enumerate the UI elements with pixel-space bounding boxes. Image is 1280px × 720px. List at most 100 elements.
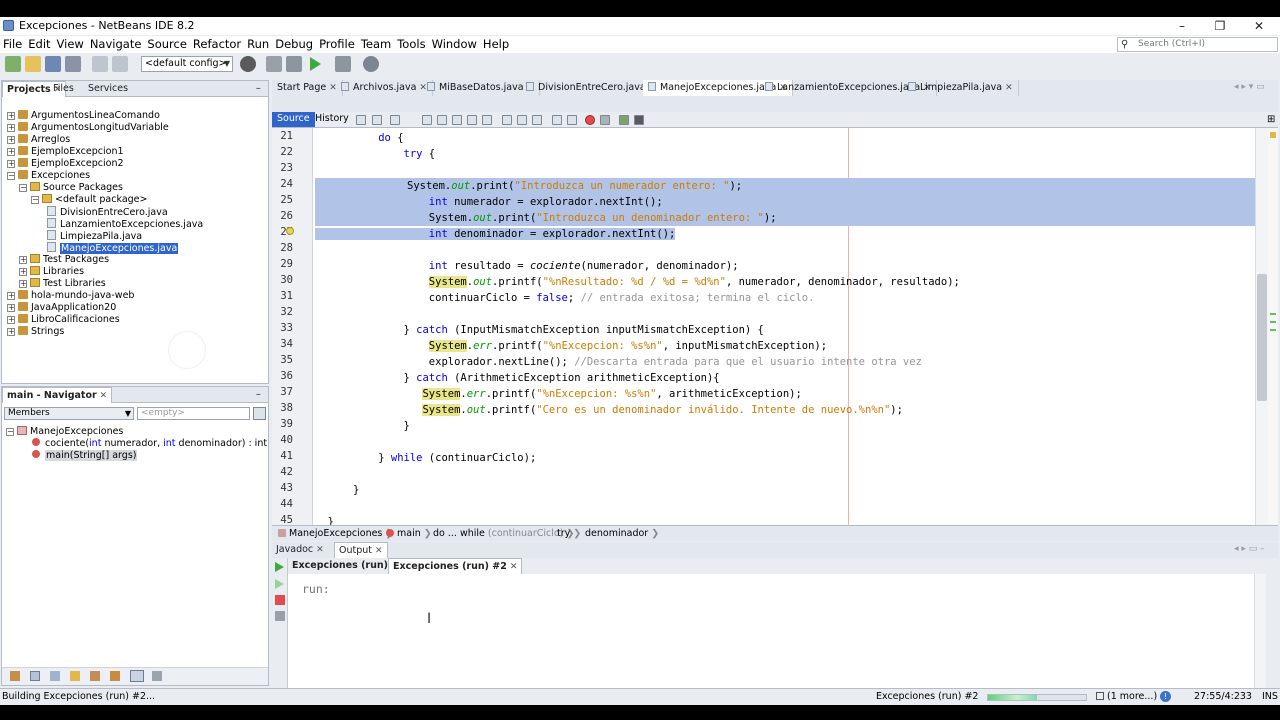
shift-left-icon[interactable] <box>552 115 562 125</box>
breadcrumb-item[interactable]: main ❯ <box>386 526 432 541</box>
more-tasks[interactable]: (1 more...) <box>1096 689 1157 705</box>
expand-icon[interactable]: + <box>7 328 15 336</box>
collapse-icon[interactable]: − <box>6 428 14 436</box>
expand-icon[interactable]: + <box>7 124 15 132</box>
expand-icon[interactable]: + <box>7 160 15 168</box>
back-icon[interactable] <box>372 115 382 125</box>
menu-debug[interactable]: Debug <box>272 36 316 52</box>
tree-item[interactable]: + Test Packages <box>19 254 109 266</box>
save-all-icon[interactable] <box>65 56 81 72</box>
sort-source-icon[interactable] <box>152 671 162 681</box>
tree-item[interactable]: + LibroCalificaciones <box>7 314 120 326</box>
breadcrumb-item[interactable]: do ... while (continuarCiclo) ❯ <box>433 526 574 541</box>
build-target-icon[interactable] <box>240 56 256 72</box>
breadcrumb-item[interactable]: try ❯ <box>557 526 581 541</box>
minimize-panel-icon[interactable]: – <box>252 387 265 403</box>
find-prev-icon[interactable] <box>437 115 447 125</box>
panel-controls-icon[interactable]: ◂ ▸ ▭ – <box>1234 544 1265 554</box>
close-icon[interactable]: ✕ <box>510 562 518 572</box>
editor-tab[interactable]: DivisionEntreCero.java✕ <box>521 80 663 96</box>
editor-scrollbar[interactable] <box>1255 128 1268 525</box>
menu-help[interactable]: Help <box>480 36 512 52</box>
show-static-icon[interactable] <box>50 671 60 681</box>
output-settings-icon[interactable] <box>275 611 285 621</box>
expand-icon[interactable]: + <box>7 304 15 312</box>
config-select[interactable]: <default config> ▼ <box>141 56 233 72</box>
menu-source[interactable]: Source <box>144 36 190 52</box>
collapse-icon[interactable]: − <box>19 184 27 192</box>
tree-item[interactable]: − Source Packages <box>19 182 123 194</box>
close-icon[interactable]: ✕ <box>100 391 108 401</box>
editor-tab[interactable]: LimpiezaPila.java ✕ <box>903 80 1019 96</box>
prev-bookmark-icon[interactable] <box>502 115 512 125</box>
next-bookmark-icon[interactable] <box>517 115 527 125</box>
toggle-bookmark-icon[interactable] <box>532 115 542 125</box>
find-next-icon[interactable] <box>452 115 462 125</box>
history-button[interactable]: History <box>310 112 354 127</box>
navigator-empty-select[interactable]: <empty> <box>137 407 250 420</box>
tree-item[interactable]: + EjemploExcepcion1 <box>7 146 124 158</box>
show-fields-icon[interactable] <box>30 671 40 681</box>
code-editor[interactable]: 2122232425262728293031323334353637383940… <box>272 128 1268 525</box>
tree-item[interactable]: − <default package> <box>31 194 147 206</box>
menu-navigate[interactable]: Navigate <box>87 36 145 52</box>
breadcrumb-item[interactable]: denominador ❯ <box>585 526 659 541</box>
show-inner-icon[interactable] <box>90 671 100 681</box>
build-icon[interactable] <box>266 56 282 72</box>
toggle-highlight-icon[interactable] <box>467 115 477 125</box>
close-icon[interactable]: ✕ <box>375 546 383 556</box>
toggle-selection-icon[interactable] <box>482 115 492 125</box>
run-icon[interactable] <box>310 57 321 71</box>
show-inherited-icon[interactable] <box>10 671 20 681</box>
expand-icon[interactable]: + <box>7 136 15 144</box>
members-filter-select[interactable]: Members ▼ <box>4 407 134 420</box>
close-icon[interactable]: ✕ <box>316 545 324 555</box>
forward-icon[interactable] <box>390 115 400 125</box>
stop-macro-icon[interactable] <box>600 115 610 125</box>
expand-icon[interactable]: + <box>7 316 15 324</box>
tree-item[interactable]: − Excepciones <box>7 170 90 182</box>
split-icon[interactable]: ⊞ <box>1267 114 1275 125</box>
minimize-panel-icon[interactable]: – <box>252 81 265 97</box>
menu-refactor[interactable]: Refactor <box>190 36 244 52</box>
notification-icon[interactable]: ! <box>1160 691 1171 702</box>
tab-output[interactable]: Output ✕ <box>334 542 388 558</box>
tab-javadoc[interactable]: Javadoc ✕ <box>272 542 328 558</box>
close-icon[interactable]: ✕ <box>1005 83 1013 93</box>
navigator-settings-icon[interactable] <box>253 407 266 420</box>
scroll-tabs-icon[interactable]: ◂ ▸ ▾ ▭ <box>1234 82 1265 92</box>
record-macro-icon[interactable] <box>585 115 595 125</box>
source-button[interactable]: Source <box>272 112 315 127</box>
hint-bulb-icon[interactable] <box>286 227 294 235</box>
find-icon[interactable] <box>422 115 432 125</box>
expand-icon[interactable]: + <box>19 268 27 276</box>
menu-tools[interactable]: Tools <box>394 36 428 52</box>
menu-window[interactable]: Window <box>429 36 480 52</box>
minimize-button[interactable]: – <box>1162 17 1202 35</box>
profile-icon[interactable] <box>363 56 379 72</box>
tab-navigator[interactable]: main - Navigator ✕ <box>2 387 113 403</box>
navigator-class[interactable]: − ManejoExcepciones <box>6 426 123 438</box>
tab-run-1[interactable]: Excepciones (run)✕ <box>288 558 403 574</box>
tree-item[interactable]: LanzamientoExcepciones.java <box>47 218 203 230</box>
collapse-icon[interactable]: − <box>31 196 39 204</box>
rerun-config-icon[interactable] <box>275 579 284 589</box>
tree-item[interactable]: + hola-mundo-java-web <box>7 290 134 302</box>
maximize-button[interactable]: ❐ <box>1200 17 1240 35</box>
new-file-icon[interactable] <box>25 56 41 72</box>
open-project-icon[interactable] <box>45 56 61 72</box>
tree-item[interactable]: LimpiezaPila.java <box>47 230 142 242</box>
menu-run[interactable]: Run <box>244 36 272 52</box>
show-nonpublic-icon[interactable] <box>70 671 80 681</box>
breadcrumb-item[interactable]: ManejoExcepciones ❯ <box>278 526 393 541</box>
tree-item[interactable]: + ArgumentosLineaComando <box>7 110 160 122</box>
clean-build-icon[interactable] <box>286 56 302 72</box>
menu-view[interactable]: View <box>54 36 87 52</box>
menu-team[interactable]: Team <box>358 36 394 52</box>
scrollbar-thumb[interactable] <box>1257 274 1267 401</box>
expand-icon[interactable]: + <box>19 280 27 288</box>
undo-icon[interactable] <box>92 56 108 72</box>
tree-item[interactable]: + Strings <box>7 326 64 338</box>
uncomment-icon[interactable] <box>634 115 644 125</box>
tab-files[interactable]: Files <box>49 81 78 97</box>
